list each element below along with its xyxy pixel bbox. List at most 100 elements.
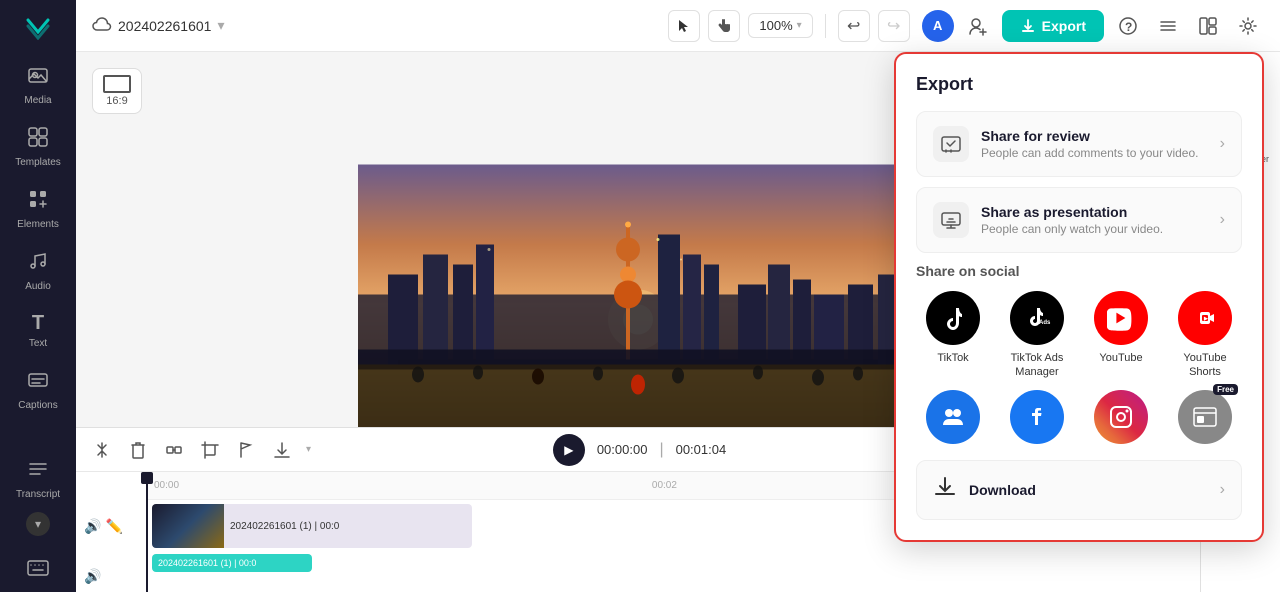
aspect-ratio-badge[interactable]: 16:9	[92, 68, 142, 114]
social-facebook[interactable]	[1000, 390, 1074, 450]
social-instagram[interactable]	[1084, 390, 1158, 450]
share-review-icon	[933, 126, 969, 162]
social-more[interactable]: Free	[1168, 390, 1242, 450]
sidebar-item-media[interactable]: Media	[4, 56, 72, 114]
volume-icon[interactable]: 🔊	[84, 518, 101, 535]
text-icon: T	[32, 312, 44, 335]
layout-btn[interactable]	[1192, 10, 1224, 42]
templates-icon	[27, 126, 49, 154]
youtube-icon	[1094, 291, 1148, 345]
user-avatar[interactable]: A	[922, 10, 954, 42]
download-tool-btn[interactable]	[268, 436, 296, 464]
time-separator: |	[659, 441, 663, 459]
sidebar-item-text[interactable]: T Text	[4, 304, 72, 357]
zoom-chevron-icon: ▾	[797, 20, 802, 31]
googlemeet-icon	[926, 390, 980, 444]
share-social-label: Share on social	[916, 263, 1242, 279]
share-review-title: Share for review	[981, 128, 1198, 144]
zoom-value: 100%	[759, 18, 792, 33]
sidebar-item-keyboard[interactable]	[4, 552, 72, 584]
instagram-icon	[1094, 390, 1148, 444]
share-pres-icon	[933, 202, 969, 238]
media-icon	[27, 64, 49, 92]
undo-btn[interactable]: ↩	[838, 10, 870, 42]
crop-tool-btn[interactable]	[196, 436, 224, 464]
add-user-icon	[968, 16, 988, 36]
cursor-tool-btn[interactable]	[668, 10, 700, 42]
ripple-tool-btn[interactable]	[160, 436, 188, 464]
sidebar: Media Templates Elements	[0, 0, 76, 592]
svg-text:Ads: Ads	[1039, 320, 1051, 326]
menu-btn[interactable]	[1152, 10, 1184, 42]
export-button[interactable]: Export	[1002, 10, 1104, 42]
hand-tool-btn[interactable]	[708, 10, 740, 42]
topbar: 202402261601 ▾ 100% ▾	[76, 0, 1280, 52]
sidebar-expand-btn[interactable]: ▾	[26, 512, 50, 536]
free-badge: Free	[1213, 384, 1238, 395]
help-btn[interactable]: ?	[1112, 10, 1144, 42]
sidebar-item-transcript[interactable]: Transcript	[4, 450, 72, 508]
download-chevron-icon: ▾	[306, 444, 311, 455]
social-youtube[interactable]: YouTube	[1084, 291, 1158, 380]
aspect-ratio-icon	[103, 75, 131, 93]
topbar-right: A Export ?	[922, 10, 1264, 42]
sidebar-item-templates[interactable]: Templates	[4, 118, 72, 176]
download-btn[interactable]: Download ›	[916, 460, 1242, 520]
sidebar-item-elements[interactable]: Elements	[4, 180, 72, 238]
download-left: Download	[933, 475, 1036, 505]
delete-tool-btn[interactable]	[124, 436, 152, 464]
youtube-label: YouTube	[1099, 351, 1142, 365]
download-icon	[933, 475, 957, 505]
topbar-divider	[825, 14, 826, 38]
share-pres-left: Share as presentation People can only wa…	[933, 202, 1163, 238]
social-youtube-shorts[interactable]: ▶ YouTube Shorts	[1168, 291, 1242, 380]
sidebar-item-audio[interactable]: Audio	[4, 242, 72, 300]
social-tiktok[interactable]: TikTok	[916, 291, 990, 380]
download-chevron-icon: ›	[1220, 481, 1225, 499]
audio-clip[interactable]: 202402261601 (1) | 00:0	[152, 554, 312, 572]
audio-icon	[27, 250, 49, 278]
sidebar-item-media-label: Media	[24, 95, 51, 106]
captions-icon	[27, 369, 49, 397]
add-user-btn[interactable]	[962, 10, 994, 42]
social-googlemeet[interactable]	[916, 390, 990, 450]
cursor-head	[141, 472, 153, 484]
edit-icon[interactable]: ✏️	[105, 518, 122, 535]
flag-tool-btn[interactable]	[232, 436, 260, 464]
export-icon	[1020, 18, 1036, 34]
share-for-review-btn[interactable]: Share for review People can add comments…	[916, 111, 1242, 177]
youtube-shorts-icon: ▶	[1178, 291, 1232, 345]
video-clip[interactable]: 202402261601 (1) | 00:0	[152, 504, 472, 548]
sidebar-item-audio-label: Audio	[25, 281, 51, 292]
help-icon: ?	[1118, 16, 1138, 36]
redo-btn[interactable]: ↪	[878, 10, 910, 42]
social-grid: TikTok Ads TikTok Ads Manager YouTube	[916, 291, 1242, 450]
project-name-text: 202402261601	[118, 18, 211, 34]
project-name[interactable]: 202402261601 ▾	[92, 16, 224, 36]
audio-volume-icon[interactable]: 🔊	[84, 568, 101, 585]
hand-icon	[716, 18, 732, 34]
share-as-presentation-btn[interactable]: Share as presentation People can only wa…	[916, 187, 1242, 253]
share-pres-title: Share as presentation	[981, 204, 1163, 220]
split-tool-btn[interactable]	[88, 436, 116, 464]
zoom-control[interactable]: 100% ▾	[748, 13, 812, 38]
undo-icon: ↩	[847, 16, 860, 36]
sidebar-bottom: Transcript ▾	[4, 450, 72, 584]
current-time: 00:00:00	[597, 442, 648, 457]
social-tiktok-ads[interactable]: Ads TikTok Ads Manager	[1000, 291, 1074, 380]
audio-track[interactable]: 202402261601 (1) | 00:0	[152, 554, 1192, 592]
cursor-icon	[676, 18, 692, 34]
topbar-tools: 100% ▾ ↩ ↪	[668, 10, 909, 42]
share-pres-info: Share as presentation People can only wa…	[981, 204, 1163, 236]
tiktok-ads-label: TikTok Ads Manager	[1000, 351, 1074, 380]
ruler-mark-0: 00:00	[154, 480, 179, 491]
transcript-icon	[27, 458, 49, 486]
menu-icon	[1158, 16, 1178, 36]
share-pres-chevron-icon: ›	[1220, 211, 1225, 229]
settings-btn[interactable]	[1232, 10, 1264, 42]
ruler-mark-1: 00:02	[652, 480, 677, 491]
sidebar-item-captions[interactable]: Captions	[4, 361, 72, 419]
audio-clip-label: 202402261601 (1) | 00:0	[158, 558, 256, 568]
app-logo[interactable]	[20, 8, 56, 44]
play-button[interactable]: ▶	[553, 434, 585, 466]
